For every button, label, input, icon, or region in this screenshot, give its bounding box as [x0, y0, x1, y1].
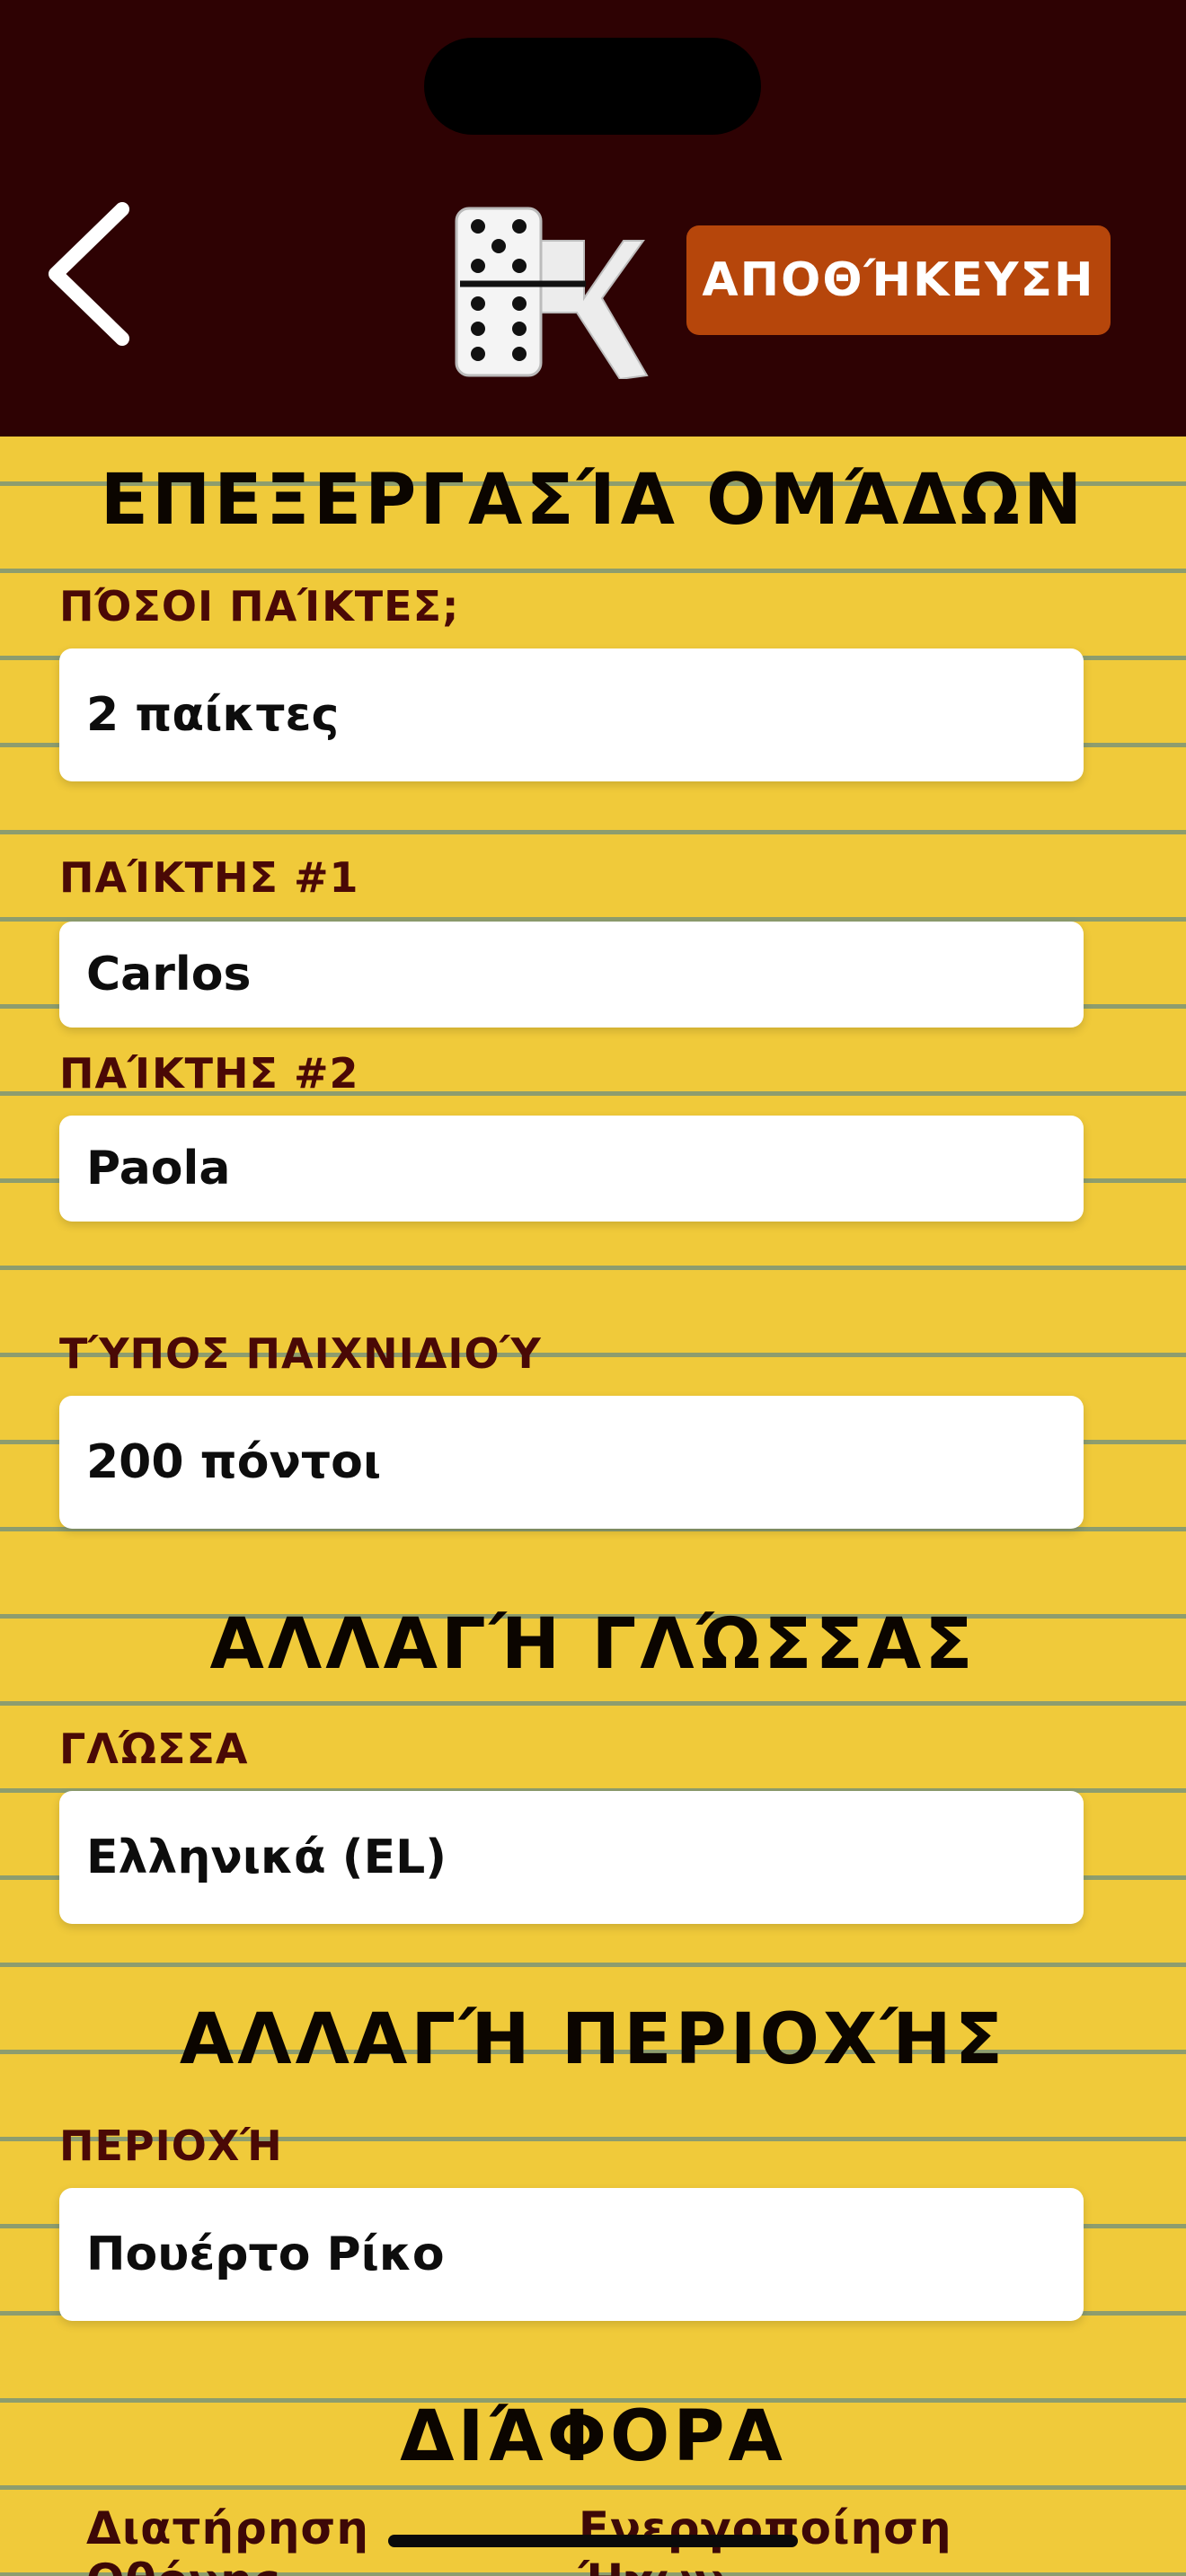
game-type-value: 200 πόντοι [86, 1435, 382, 1489]
domino-logo-icon [455, 207, 649, 381]
region-section-title: ΑΛΛΑΓΉ ΠΕΡΙΟΧΉΣ [179, 1999, 1007, 2080]
player1-label: ΠΑΊΚΤΗΣ #1 [59, 853, 359, 902]
player2-field[interactable] [59, 1116, 1084, 1222]
region-select[interactable]: Πουέρτο Ρίκο [59, 2188, 1084, 2321]
misc-section-title: ΔΙΆΦΟΡΑ [400, 2396, 786, 2477]
players-count-select[interactable]: 2 παίκτες [59, 648, 1084, 781]
dynamic-island [424, 38, 761, 135]
language-label: ΓΛΏΣΣΑ [59, 1725, 249, 1773]
players-count-value: 2 παίκτες [86, 688, 340, 742]
player2-label: ΠΑΊΚΤΗΣ #2 [59, 1049, 359, 1098]
player1-input[interactable] [86, 948, 1084, 1001]
app-logo [451, 205, 649, 381]
home-indicator[interactable] [388, 2535, 798, 2547]
game-type-select[interactable]: 200 πόντοι [59, 1396, 1084, 1529]
back-button[interactable] [36, 193, 144, 355]
region-label: ΠΕΡΙΟΧΉ [59, 2122, 283, 2170]
settings-panel: ΕΠΕΞΕΡΓΑΣΊΑ ΟΜΆΔΩΝ ΠΌΣΟΙ ΠΑΊΚΤΕΣ; 2 παίκ… [0, 437, 1186, 2576]
language-value: Ελληνικά (EL) [86, 1831, 447, 1884]
player2-input[interactable] [86, 1142, 1084, 1195]
language-section-title: ΑΛΛΑΓΉ ΓΛΏΣΣΑΣ [209, 1604, 977, 1685]
save-button[interactable]: ΑΠΟΘΉΚΕΥΣΗ [686, 225, 1111, 335]
game-type-label: ΤΎΠΟΣ ΠΑΙΧΝΙΔΙΟΎ [59, 1329, 542, 1378]
player1-field[interactable] [59, 922, 1084, 1028]
region-value: Πουέρτο Ρίκο [86, 2228, 445, 2281]
top-bar: ΑΠΟΘΉΚΕΥΣΗ [0, 0, 1186, 437]
chevron-left-icon [49, 202, 129, 346]
language-select[interactable]: Ελληνικά (EL) [59, 1791, 1084, 1924]
players-count-label: ΠΌΣΟΙ ΠΑΊΚΤΕΣ; [59, 582, 460, 631]
team-section-title: ΕΠΕΞΕΡΓΑΣΊΑ ΟΜΆΔΩΝ [100, 460, 1086, 541]
